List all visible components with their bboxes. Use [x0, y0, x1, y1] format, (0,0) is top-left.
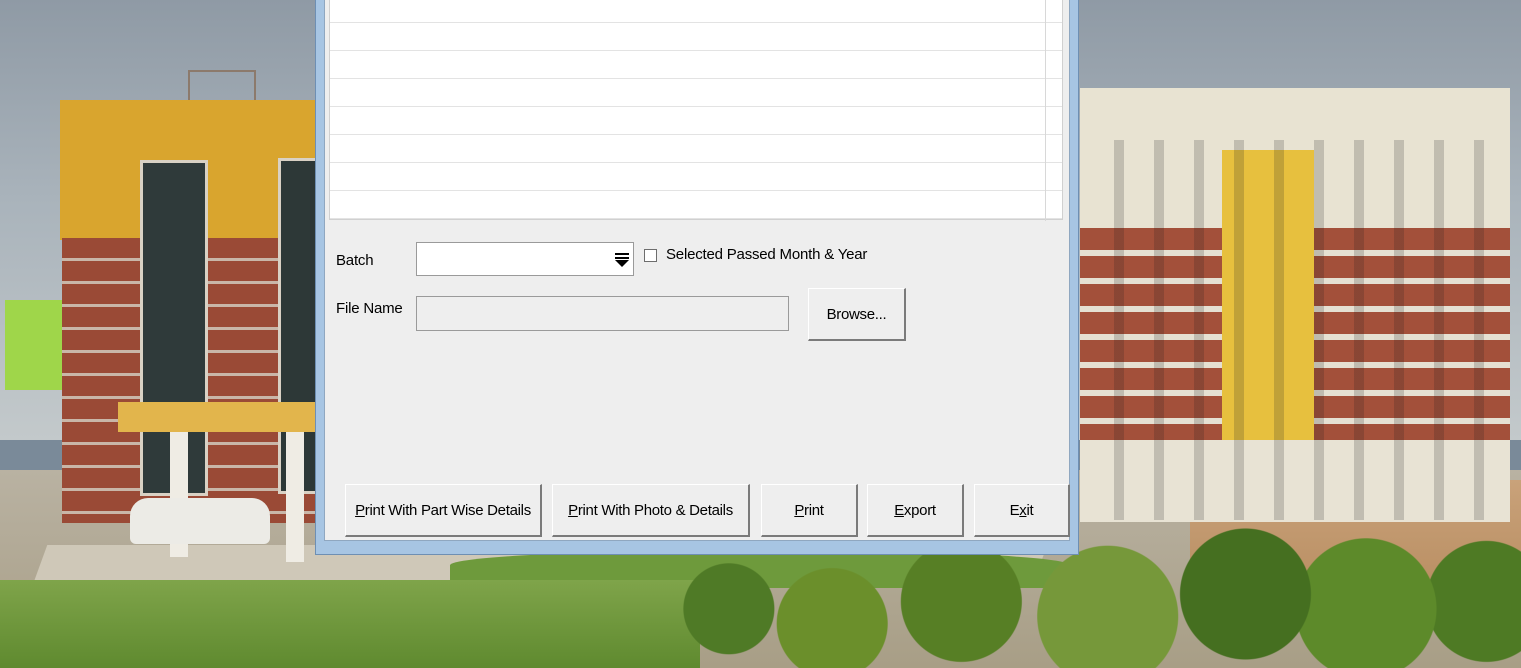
button-label-rest: it [1026, 501, 1034, 519]
batch-combo[interactable] [416, 242, 634, 276]
dropdown-arrow-icon[interactable] [611, 243, 633, 275]
batch-label: Batch [336, 252, 374, 269]
mnemonic-letter: P [794, 501, 805, 519]
results-table[interactable] [329, 0, 1063, 221]
entrance-canopy [118, 402, 318, 432]
button-label-rest: rint With Photo & Details [577, 501, 733, 519]
table-column-divider [1045, 0, 1046, 221]
right-building-windows [1084, 140, 1504, 520]
mnemonic-letter: P [355, 501, 365, 519]
file-name-label: File Name [336, 300, 403, 317]
green-building [5, 300, 65, 390]
report-dialog-window: Batch Selected Passed Month & Year File … [315, 0, 1079, 555]
export-button[interactable]: Export [867, 484, 964, 537]
print-part-wise-details-button[interactable]: Print With Part Wise Details [345, 484, 542, 537]
mnemonic-letter: E [894, 501, 904, 519]
mnemonic-letter: P [568, 501, 578, 519]
button-label-rest: xport [903, 501, 936, 519]
passed-month-year-checkbox[interactable] [644, 249, 657, 262]
checkbox-label: Selected Passed Month & Year [666, 246, 868, 263]
canopy-column [286, 432, 304, 562]
button-label-rest: rint [804, 501, 824, 519]
print-with-photo-details-button[interactable]: Print With Photo & Details [552, 484, 750, 537]
lawn-left [0, 580, 700, 668]
button-label-rest: E [1009, 501, 1020, 519]
button-label-rest: rint With Part Wise Details [364, 501, 531, 519]
print-button[interactable]: Print [761, 484, 858, 537]
browse-button[interactable]: Browse... [808, 288, 906, 341]
file-name-field[interactable] [416, 296, 789, 331]
mnemonic-letter: x [1019, 501, 1027, 519]
dialog-client-area: Batch Selected Passed Month & Year File … [324, 0, 1070, 541]
parked-car [130, 498, 270, 544]
exit-button[interactable]: Ex it [974, 484, 1070, 537]
